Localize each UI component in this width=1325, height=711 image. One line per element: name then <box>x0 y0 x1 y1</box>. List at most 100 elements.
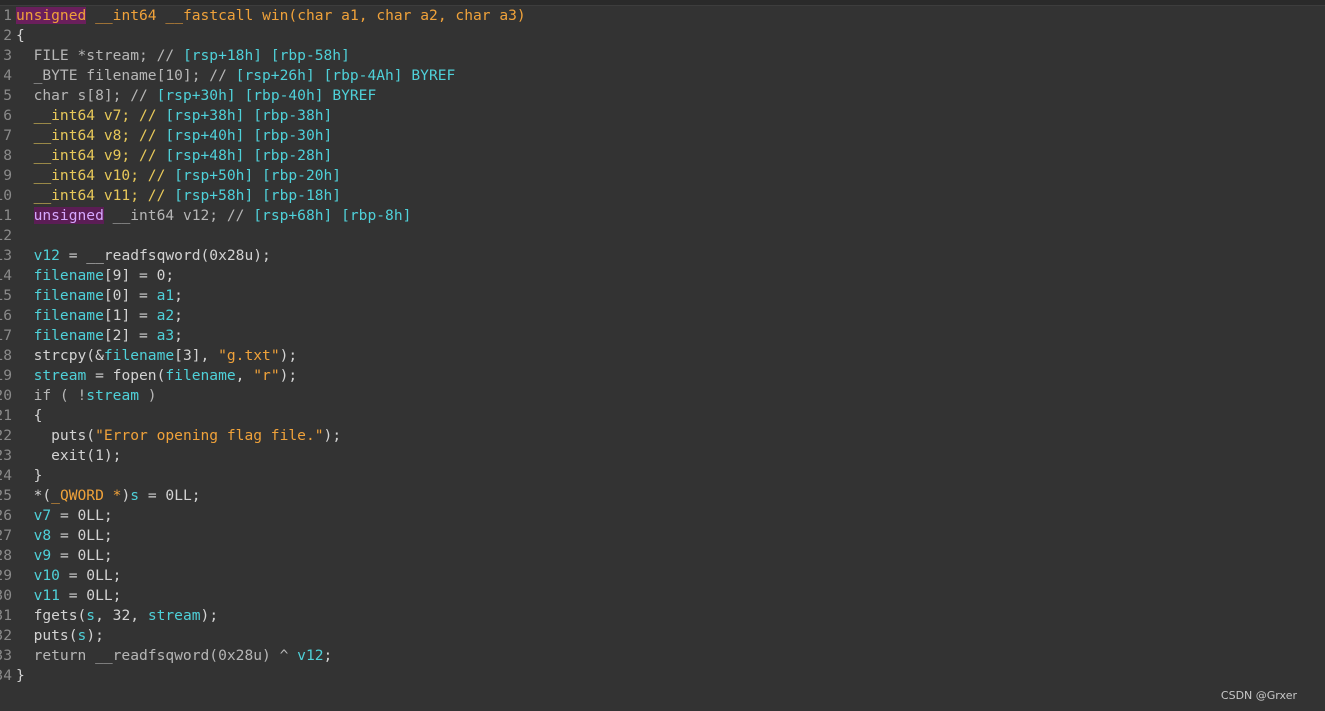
code-token: ; <box>174 287 183 304</box>
code-text: unsigned __int64 v12; // [rsp+68h] [rbp-… <box>12 206 411 226</box>
code-line[interactable]: 32 puts(s); <box>0 626 1325 646</box>
line-number: 8 <box>3 147 12 164</box>
code-line[interactable]: 12 <box>0 226 1325 246</box>
code-token: __int64 v8; // <box>16 127 166 144</box>
code-line[interactable]: 11 unsigned __int64 v12; // [rsp+68h] [r… <box>0 206 1325 226</box>
line-number: 30 <box>0 587 12 604</box>
line-number: 26 <box>0 507 12 524</box>
code-token: if ( ! <box>16 387 87 404</box>
line-number: 13 <box>0 247 12 264</box>
code-line[interactable]: 18 strcpy(&filename[3], "g.txt"); <box>0 346 1325 366</box>
code-token: s <box>130 487 140 504</box>
code-line[interactable]: 15 filename[0] = a1; <box>0 286 1325 306</box>
code-token: a1, <box>332 7 377 24</box>
code-line[interactable]: 31 fgets(s, 32, stream); <box>0 606 1325 626</box>
code-token: FILE *stream; // <box>16 47 183 64</box>
code-text: } <box>12 666 25 686</box>
code-line[interactable]: 8 __int64 v9; // [rsp+48h] [rbp-28h] <box>0 146 1325 166</box>
code-line[interactable]: 13 v12 = __readfsqword(0x28u); <box>0 246 1325 266</box>
code-token: [rsp+68h] [rbp-8h] <box>253 207 412 224</box>
code-token: v12 <box>297 647 324 664</box>
code-line[interactable]: 23 exit(1); <box>0 446 1325 466</box>
code-token: ; <box>174 307 183 324</box>
code-line[interactable]: 14 filename[9] = 0; <box>0 266 1325 286</box>
code-token: filename <box>165 367 236 384</box>
code-line[interactable]: 22 puts("Error opening flag file."); <box>0 426 1325 446</box>
code-token: [0] = <box>103 287 157 304</box>
code-text: _BYTE filename[10]; // [rsp+26h] [rbp-4A… <box>12 66 456 86</box>
code-text: __int64 v8; // [rsp+40h] [rbp-30h] <box>12 126 333 146</box>
code-line[interactable]: 26 v7 = 0LL; <box>0 506 1325 526</box>
code-line[interactable]: 17 filename[2] = a3; <box>0 326 1325 346</box>
code-token: unsigned <box>16 7 87 24</box>
code-text: if ( !stream ) <box>12 386 157 406</box>
line-number: 3 <box>3 47 12 64</box>
code-line[interactable]: 27 v8 = 0LL; <box>0 526 1325 546</box>
code-token: v9 <box>33 547 52 564</box>
pseudocode-view[interactable]: 1 unsigned __int64 __fastcall win(char a1… <box>0 6 1325 686</box>
code-token: strcpy(& <box>16 347 104 364</box>
code-token: puts( <box>16 427 96 444</box>
code-text: v9 = 0LL; <box>12 546 113 566</box>
code-line[interactable]: 7 __int64 v8; // [rsp+40h] [rbp-30h] <box>0 126 1325 146</box>
code-line[interactable]: 3 FILE *stream; // [rsp+18h] [rbp-58h] <box>0 46 1325 66</box>
code-token: __int64 v7; // <box>16 107 166 124</box>
code-line[interactable]: 29 v10 = 0LL; <box>0 566 1325 586</box>
code-text: v10 = 0LL; <box>12 566 122 586</box>
code-token: fgets( <box>16 607 87 624</box>
code-line[interactable]: 4 _BYTE filename[10]; // [rsp+26h] [rbp-… <box>0 66 1325 86</box>
code-token: [2] = <box>103 327 157 344</box>
code-line[interactable]: 10 __int64 v11; // [rsp+58h] [rbp-18h] <box>0 186 1325 206</box>
code-token: { <box>16 27 25 44</box>
code-text: char s[8]; // [rsp+30h] [rbp-40h] BYREF <box>12 86 377 106</box>
line-number: 10 <box>0 187 12 204</box>
code-line[interactable]: 30 v11 = 0LL; <box>0 586 1325 606</box>
code-token: puts( <box>16 627 78 644</box>
code-token: v8 <box>33 527 52 544</box>
code-token: v10 <box>33 567 60 584</box>
code-line[interactable]: 25 *(_QWORD *)s = 0LL; <box>0 486 1325 506</box>
code-token: filename <box>103 347 175 364</box>
code-token: [rsp+48h] [rbp-28h] <box>165 147 333 164</box>
code-line[interactable]: 9 __int64 v10; // [rsp+50h] [rbp-20h] <box>0 166 1325 186</box>
code-token: s <box>86 607 96 624</box>
code-line[interactable]: 34} <box>0 666 1325 686</box>
code-line[interactable]: 5 char s[8]; // [rsp+30h] [rbp-40h] BYRE… <box>0 86 1325 106</box>
code-token: s <box>77 627 87 644</box>
code-line[interactable]: 21 { <box>0 406 1325 426</box>
code-line[interactable]: 16 filename[1] = a2; <box>0 306 1325 326</box>
code-token: unsigned <box>33 207 104 224</box>
code-line[interactable]: 6 __int64 v7; // [rsp+38h] [rbp-38h] <box>0 106 1325 126</box>
code-token: stream <box>86 387 140 404</box>
code-token: [3], <box>174 347 219 364</box>
code-text: puts(s); <box>12 626 104 646</box>
code-text: } <box>12 466 43 486</box>
code-token: ; <box>323 647 333 664</box>
code-token: filename <box>33 287 104 304</box>
code-token: , <box>235 367 254 384</box>
code-token: filename <box>33 307 104 324</box>
code-token: = 0LL; <box>51 527 113 544</box>
code-line[interactable]: 24 } <box>0 466 1325 486</box>
line-number: 16 <box>0 307 12 324</box>
code-line[interactable]: 19 stream = fopen(filename, "r"); <box>0 366 1325 386</box>
code-token: , 32, <box>95 607 148 624</box>
line-number: 2 <box>3 27 12 44</box>
line-number: 17 <box>0 327 12 344</box>
code-text: __int64 v9; // [rsp+48h] [rbp-28h] <box>12 146 333 166</box>
code-line[interactable]: 28 v9 = 0LL; <box>0 546 1325 566</box>
code-line[interactable]: 2{ <box>0 26 1325 46</box>
line-number: 22 <box>0 427 12 444</box>
code-line[interactable]: 1 unsigned __int64 __fastcall win(char a1… <box>0 6 1325 26</box>
code-line[interactable]: 33 return __readfsqword(0x28u) ^ v12; <box>0 646 1325 666</box>
code-text: __int64 v10; // [rsp+50h] [rbp-20h] <box>12 166 342 186</box>
code-token: = fopen( <box>86 367 166 384</box>
code-line[interactable]: 20 if ( !stream ) <box>0 386 1325 406</box>
code-token: ); <box>279 347 298 364</box>
code-token: v7 <box>33 507 52 524</box>
